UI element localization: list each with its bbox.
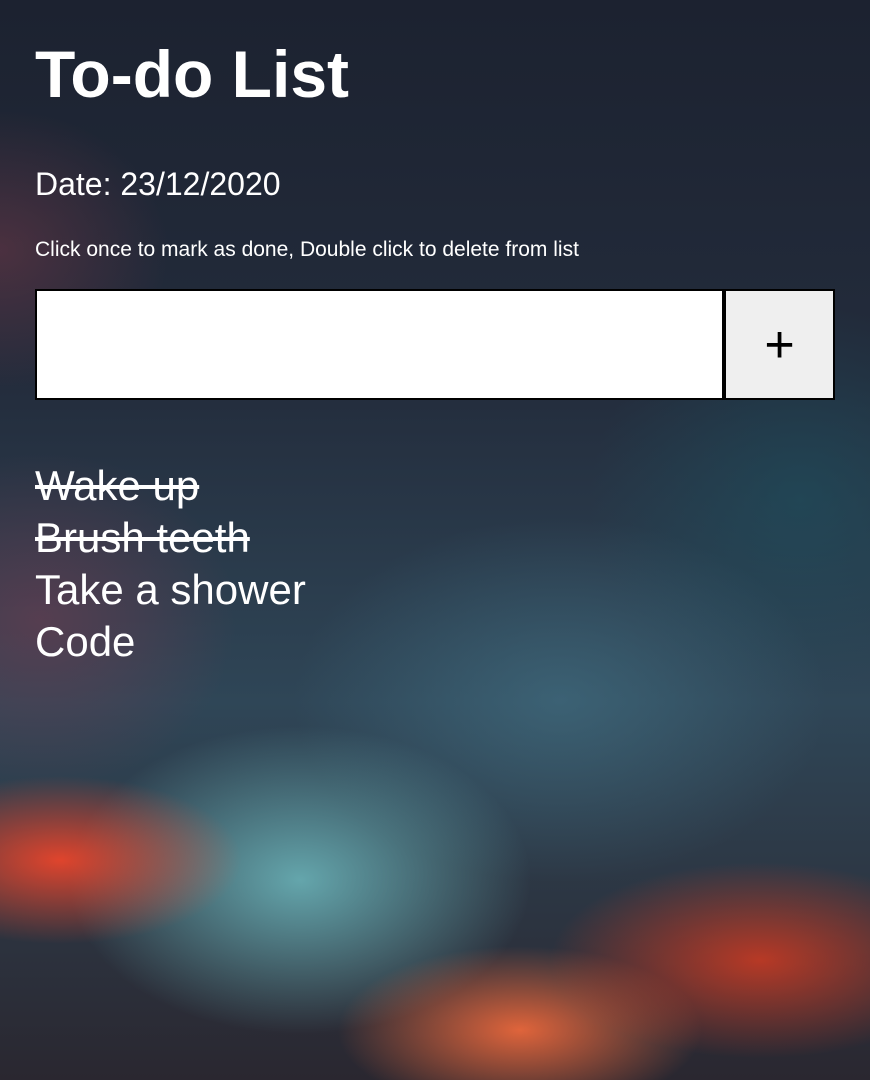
task-item[interactable]: Take a shower — [35, 564, 835, 616]
task-item[interactable]: Code — [35, 616, 835, 668]
task-item[interactable]: Wake up — [35, 460, 835, 512]
instructions-text: Click once to mark as done, Double click… — [35, 238, 579, 261]
add-task-button[interactable]: + — [724, 289, 835, 400]
add-task-form: + — [35, 289, 835, 400]
todo-app: To-do List Date: 23/12/2020 Click once t… — [0, 0, 870, 668]
task-input[interactable] — [35, 289, 724, 400]
page-title: To-do List — [35, 37, 350, 111]
task-list: Wake up Brush teeth Take a shower Code — [35, 460, 835, 668]
date-label: Date: 23/12/2020 — [35, 166, 281, 202]
task-item[interactable]: Brush teeth — [35, 512, 835, 564]
